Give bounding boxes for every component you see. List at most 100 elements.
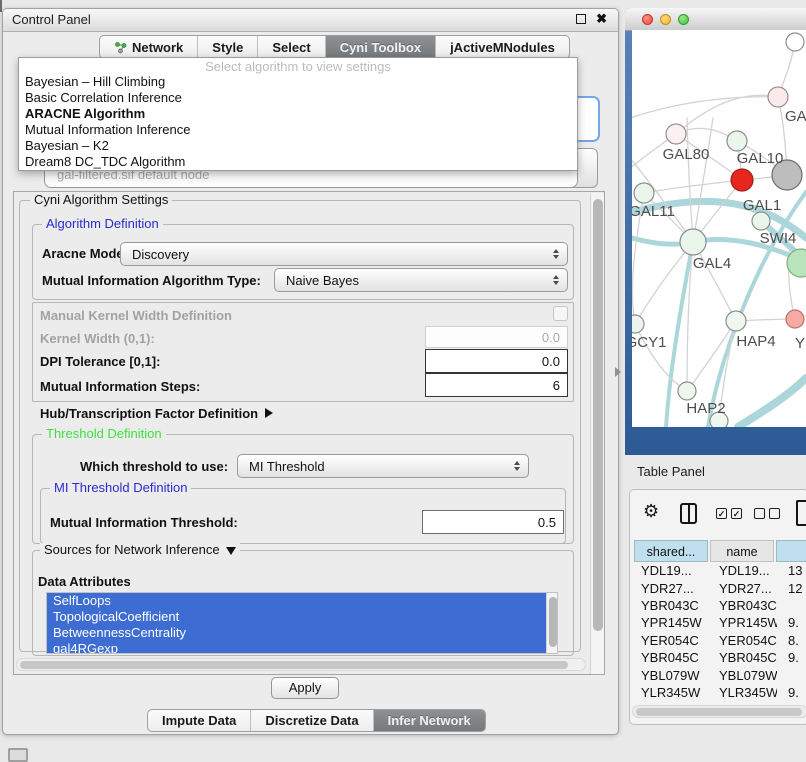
- columns-icon[interactable]: [680, 503, 697, 524]
- network-edge: [676, 95, 778, 134]
- sources-label[interactable]: Sources for Network Inference: [40, 543, 240, 557]
- settings-hscroll-thumb[interactable]: [20, 661, 568, 669]
- float-panel-icon[interactable]: [576, 14, 586, 24]
- settings-vscroll-thumb[interactable]: [593, 199, 603, 631]
- network-node-salmon[interactable]: [786, 310, 804, 328]
- attribute-item-topologicalcoefficient[interactable]: TopologicalCoefficient: [47, 609, 546, 625]
- attributes-list-scrollbar[interactable]: [546, 593, 557, 653]
- column-header-name[interactable]: name: [710, 540, 774, 562]
- which-threshold-label: Which threshold to use:: [80, 459, 228, 474]
- control-panel-title: Control Panel: [12, 12, 91, 27]
- close-traffic-light[interactable]: [642, 14, 653, 25]
- tab-infer-network-label: Infer Network: [388, 713, 471, 728]
- network-node-hap4[interactable]: [726, 311, 746, 331]
- algorithm-option-dream8-dc-tdc-algorithm[interactable]: Dream8 DC_TDC Algorithm: [19, 154, 577, 170]
- network-node-gal10[interactable]: [727, 131, 747, 151]
- manual-kernel-checkbox[interactable]: [553, 306, 568, 321]
- node-label-swi4: SWI4: [760, 230, 797, 247]
- zoom-traffic-light[interactable]: [678, 14, 689, 25]
- network-node-gal4[interactable]: [680, 229, 706, 255]
- network-node-gal11[interactable]: [634, 183, 654, 203]
- table-horizontal-scrollbar[interactable]: [632, 705, 806, 718]
- network-canvas[interactable]: GALGAL80GAL10GAL1GAL11SWI4GAL4GCY1HAP4YH…: [632, 30, 806, 427]
- algorithm-dropdown-popup: Select algorithm to view settings Bayesi…: [18, 57, 578, 171]
- tab-discretize-data[interactable]: Discretize Data: [251, 710, 373, 731]
- tab-style[interactable]: Style: [198, 36, 258, 58]
- deselect-all-icon[interactable]: [754, 508, 765, 519]
- select-all-icon-2[interactable]: ✓: [731, 508, 742, 519]
- cell-value: 13: [777, 563, 806, 578]
- settings-vertical-scrollbar[interactable]: [590, 193, 604, 674]
- algorithm-option-mutual-information-inference[interactable]: Mutual Information Inference: [19, 122, 577, 138]
- hub-section-label: Hub/Transcription Factor Definition: [40, 406, 258, 421]
- cell-name: YDR27...: [708, 581, 777, 596]
- mi-steps-label: Mutual Information Steps:: [40, 379, 200, 394]
- attribute-item-gal4rgexp[interactable]: gal4RGexp: [47, 641, 546, 654]
- table-row-ylr345w[interactable]: YLR345WYLR345W9.: [630, 684, 806, 701]
- table-row-yer054c[interactable]: YER054CYER054C8.: [630, 632, 806, 649]
- attribute-item-selfloops[interactable]: SelfLoops: [47, 593, 546, 609]
- network-node-gal-pink[interactable]: [768, 87, 788, 107]
- kernel-width-field[interactable]: [425, 326, 568, 348]
- dpi-tolerance-label: DPI Tolerance [0,1]:: [40, 354, 160, 369]
- network-node-top-partial[interactable]: [786, 33, 804, 51]
- network-node-gal1[interactable]: [731, 169, 753, 191]
- network-node-gcy1[interactable]: [632, 315, 644, 333]
- cell-name: YBR043C: [708, 598, 777, 613]
- which-threshold-value: MI Threshold: [249, 459, 325, 474]
- table-hscroll-thumb[interactable]: [636, 708, 802, 716]
- mi-threshold-field[interactable]: [422, 510, 564, 534]
- tab-network[interactable]: Network: [100, 36, 198, 58]
- mi-steps-field[interactable]: [425, 373, 568, 397]
- tab-impute-data[interactable]: Impute Data: [148, 710, 251, 731]
- settings-horizontal-scrollbar[interactable]: [16, 658, 586, 671]
- cell-value: 9.: [777, 685, 806, 700]
- control-panel-titlebar: Control Panel ✖: [3, 9, 618, 32]
- algorithm-option-bayesian-hill-climbing[interactable]: Bayesian – Hill Climbing: [19, 74, 577, 90]
- minimized-panel-grip[interactable]: [8, 748, 28, 762]
- column-header-2[interactable]: [776, 540, 806, 562]
- close-icon[interactable]: ✖: [596, 11, 607, 27]
- table-header-row: shared...name: [634, 540, 806, 562]
- node-label-hap2: HAP2: [686, 400, 725, 417]
- network-node-gal80[interactable]: [666, 124, 686, 144]
- network-node-hap2[interactable]: [678, 382, 696, 400]
- which-threshold-select[interactable]: MI Threshold: [237, 454, 529, 478]
- attribute-item-betweennesscentrality[interactable]: BetweennessCentrality: [47, 625, 546, 641]
- dpi-tolerance-field[interactable]: [425, 349, 568, 373]
- hub-section-toggle[interactable]: Hub/Transcription Factor Definition: [40, 406, 273, 421]
- document-icon[interactable]: [796, 500, 806, 526]
- mi-algorithm-type-select[interactable]: Naive Bayes: [274, 268, 568, 292]
- tab-infer-network[interactable]: Infer Network: [374, 710, 485, 731]
- column-header-shared[interactable]: shared...: [634, 540, 708, 562]
- attributes-scroll-thumb[interactable]: [549, 597, 557, 647]
- table-row-ydl19[interactable]: YDL19...YDL19...13: [630, 562, 806, 579]
- dropdown-placeholder: Select algorithm to view settings: [19, 59, 577, 74]
- algorithm-option-basic-correlation-inference[interactable]: Basic Correlation Inference: [19, 90, 577, 106]
- network-window-titlebar: [625, 8, 806, 31]
- deselect-all-icon-2[interactable]: [769, 508, 780, 519]
- table-row-ydr27[interactable]: YDR27...YDR27...12: [630, 579, 806, 596]
- algorithm-option-bayesian-k2[interactable]: Bayesian – K2: [19, 138, 577, 154]
- table-row-ybr045c[interactable]: YBR045CYBR045C9.: [630, 649, 806, 666]
- cell-name: YBR045C: [708, 650, 777, 665]
- minimize-traffic-light[interactable]: [660, 14, 671, 25]
- tab-select[interactable]: Select: [258, 36, 325, 58]
- aracne-mode-select[interactable]: Discovery: [120, 242, 568, 266]
- tab-jactivemnodules[interactable]: jActiveMNodules: [436, 36, 569, 58]
- select-all-icon[interactable]: ✓: [716, 508, 727, 519]
- table-row-ypr145w[interactable]: YPR145WYPR145W9.: [630, 614, 806, 631]
- table-row-ybl079w[interactable]: YBL079WYBL079W: [630, 666, 806, 683]
- tab-cyni-toolbox[interactable]: Cyni Toolbox: [326, 36, 436, 58]
- network-node-swi4[interactable]: [752, 212, 770, 230]
- node-label-gal4: GAL4: [693, 255, 731, 272]
- splitter-handle-icon[interactable]: [615, 367, 621, 377]
- algorithm-option-aracne-algorithm[interactable]: ARACNE Algorithm: [19, 106, 577, 122]
- apply-button[interactable]: Apply: [271, 677, 339, 699]
- cell-value: 9.: [777, 615, 806, 630]
- data-attributes-list[interactable]: SelfLoopsTopologicalCoefficientBetweenne…: [46, 592, 558, 654]
- table-row-ybr043c[interactable]: YBR043CYBR043C: [630, 597, 806, 614]
- cyni-mode-tabbar: Impute DataDiscretize Data Infer Network: [147, 709, 486, 732]
- node-label-hap4: HAP4: [736, 333, 775, 350]
- settings-gear-icon[interactable]: ⚙: [643, 501, 659, 522]
